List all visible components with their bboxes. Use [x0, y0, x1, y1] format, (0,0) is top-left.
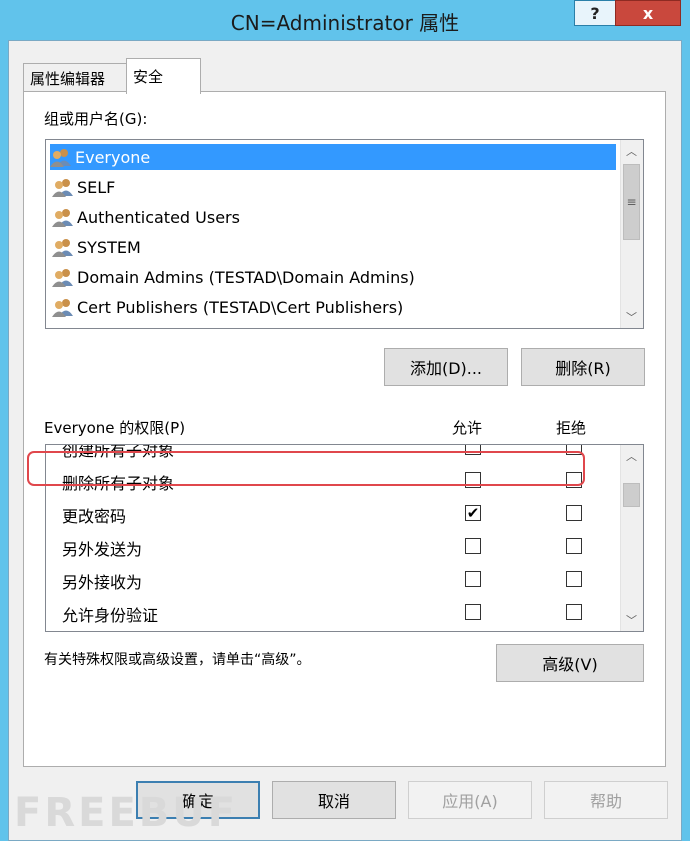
- tab-attribute-editor[interactable]: 属性编辑器: [23, 63, 127, 93]
- window-frame: CN=Administrator 属性 ? x 属性编辑器 组或用户名(G): …: [0, 0, 690, 841]
- users-icon: [50, 147, 72, 167]
- scroll-thumb[interactable]: ≡: [623, 164, 640, 240]
- groups-listbox[interactable]: Everyone SELF Authenticated Users SYSTEM Dom…: [45, 139, 644, 329]
- deny-header: 拒绝: [556, 419, 587, 437]
- users-icon: [52, 237, 74, 257]
- groups-label: 组或用户名(G):: [44, 110, 148, 128]
- remove-button[interactable]: 删除(R): [521, 348, 645, 386]
- group-item[interactable]: Cert Publishers (TESTAD\Cert Publishers): [52, 294, 403, 320]
- group-item[interactable]: Everyone: [50, 144, 616, 170]
- scroll-up-icon[interactable]: ︿: [621, 140, 642, 162]
- permission-name: 另外发送为: [62, 540, 143, 559]
- help-button[interactable]: 帮助: [544, 781, 668, 819]
- permission-row: 另外接收为: [46, 563, 621, 596]
- apply-button[interactable]: 应用(A): [408, 781, 532, 819]
- allow-checkbox[interactable]: [465, 571, 481, 587]
- users-icon: [52, 177, 74, 197]
- deny-checkbox[interactable]: [566, 538, 582, 554]
- group-item-label: SELF: [77, 177, 116, 197]
- group-item[interactable]: SELF: [52, 174, 115, 200]
- allow-checkbox[interactable]: [465, 604, 481, 620]
- cancel-button[interactable]: 取消: [272, 781, 396, 819]
- permission-name: 更改密码: [62, 507, 127, 526]
- users-icon: [52, 267, 74, 287]
- permission-row: 更改密码 ✔: [46, 497, 621, 530]
- annotation-highlight: [27, 451, 585, 486]
- permission-row: 另外发送为: [46, 530, 621, 563]
- permission-name: 另外接收为: [62, 573, 143, 592]
- group-item-label: Domain Admins (TESTAD\Domain Admins): [77, 267, 415, 287]
- group-item-label: SYSTEM: [77, 237, 141, 257]
- permissions-scrollbar[interactable]: ︿ ﹀: [620, 445, 643, 631]
- permission-name: 允许身份验证: [62, 606, 159, 625]
- deny-checkbox[interactable]: [566, 571, 582, 587]
- groups-scrollbar[interactable]: ︿ ≡ ﹀: [620, 140, 643, 328]
- allow-header: 允许: [452, 419, 483, 437]
- tab-security[interactable]: 安全: [126, 58, 201, 94]
- group-item-label: Everyone: [75, 147, 151, 167]
- tab-attribute-editor-label: 属性编辑器: [30, 70, 106, 88]
- security-panel: 组或用户名(G): Everyone SELF Authenticated User…: [23, 91, 666, 767]
- title-bar[interactable]: CN=Administrator 属性 ? x: [0, 0, 690, 40]
- deny-checkbox[interactable]: [566, 505, 582, 521]
- users-icon: [52, 297, 74, 317]
- group-item-label: Authenticated Users: [77, 207, 240, 227]
- perm-scroll-thumb[interactable]: [623, 483, 640, 507]
- perm-scroll-up-icon[interactable]: ︿: [621, 445, 642, 467]
- scroll-down-icon[interactable]: ﹀: [621, 306, 642, 328]
- advanced-hint: 有关特殊权限或高级设置，请单击“高级”。: [44, 652, 311, 668]
- group-item-label: Cert Publishers (TESTAD\Cert Publishers): [77, 297, 404, 317]
- add-button[interactable]: 添加(D)...: [384, 348, 508, 386]
- close-button[interactable]: x: [615, 0, 681, 26]
- group-item[interactable]: Domain Admins (TESTAD\Domain Admins): [52, 264, 415, 290]
- deny-checkbox[interactable]: [566, 604, 582, 620]
- permissions-label: Everyone 的权限(P): [44, 419, 186, 437]
- advanced-button[interactable]: 高级(V): [496, 644, 644, 682]
- help-title-button[interactable]: ?: [574, 0, 616, 26]
- dialog-client: 属性编辑器 组或用户名(G): Everyone SELF Authenticate…: [8, 40, 682, 841]
- perm-scroll-down-icon[interactable]: ﹀: [621, 609, 642, 631]
- group-item[interactable]: Authenticated Users: [52, 204, 240, 230]
- watermark-logo: FREEBUF: [14, 790, 239, 836]
- tab-security-label: 安全: [133, 68, 164, 86]
- group-item[interactable]: SYSTEM: [52, 234, 141, 260]
- allow-checkbox[interactable]: [465, 538, 481, 554]
- permission-row: 允许身份验证: [46, 596, 621, 629]
- allow-checkbox[interactable]: ✔: [465, 505, 481, 521]
- users-icon: [52, 207, 74, 227]
